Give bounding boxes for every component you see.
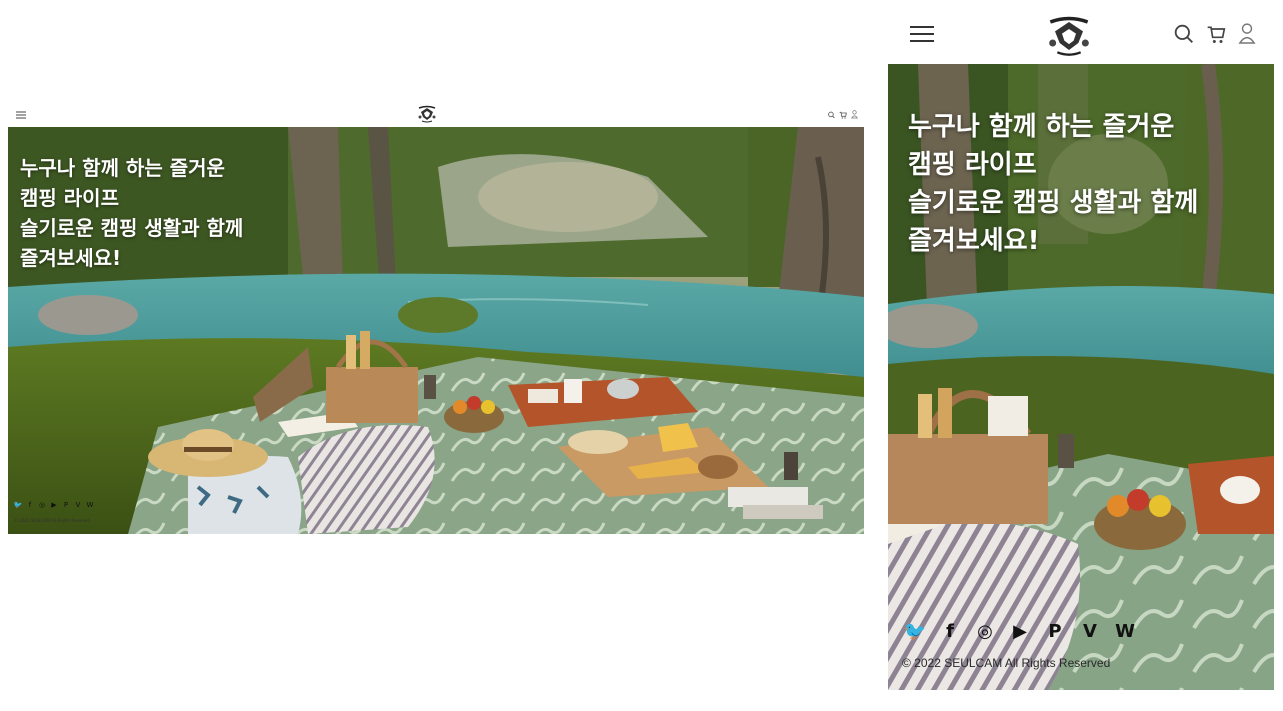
social-links: 🐦 f ◎ ▶ P V W [904, 620, 1136, 642]
hero-line-4: 즐겨보세요! [20, 246, 122, 270]
hero-line-2: 캠핑 라이프 [908, 150, 1037, 180]
hero-image: 누구나 함께 하는 즐거운 캠핑 라이프 슬기로운 캠핑 생활과 함께 즐겨보세… [8, 127, 864, 534]
page: 누구나 함께 하는 즐거운 캠핑 라이프 슬기로운 캠핑 생활과 함께 즐겨보세… [0, 0, 1283, 711]
hero-line-2: 캠핑 라이프 [20, 186, 119, 210]
weibo-icon[interactable]: W [1114, 620, 1136, 642]
instagram-icon[interactable]: ◎ [38, 501, 46, 509]
vimeo-icon[interactable]: V [74, 501, 82, 509]
header-actions [1174, 22, 1256, 50]
copyright-text: © 2022 SEULCAM All Rights Reserved [14, 518, 90, 523]
hero-line-4: 즐겨보세요! [908, 226, 1040, 256]
hamburger-menu-icon[interactable] [910, 25, 934, 47]
youtube-icon[interactable]: ▶ [50, 501, 58, 509]
facebook-icon[interactable]: f [939, 620, 961, 642]
desktop-preview: 누구나 함께 하는 즐거운 캠핑 라이프 슬기로운 캠핑 생활과 함께 즐겨보세… [8, 100, 864, 534]
search-icon[interactable] [1174, 24, 1194, 48]
social-links: 🐦 f ◎ ▶ P V W [14, 501, 94, 509]
hero-line-1: 누구나 함께 하는 즐거운 [908, 112, 1175, 142]
seulcam-logo[interactable] [416, 105, 438, 123]
user-icon[interactable] [1238, 22, 1256, 50]
copyright-text: © 2022 SEULCAM All Rights Reserved [902, 656, 1111, 670]
mobile-header [888, 8, 1274, 64]
mobile-preview: 누구나 함께 하는 즐거운 캠핑 라이프 슬기로운 캠핑 생활과 함께 즐겨보세… [888, 8, 1274, 690]
pinterest-icon[interactable]: P [62, 501, 70, 509]
hero-line-3: 슬기로운 캠핑 생활과 함께 [908, 188, 1199, 218]
cart-icon[interactable] [1206, 24, 1226, 48]
twitter-icon[interactable]: 🐦 [904, 620, 926, 642]
vimeo-icon[interactable]: V [1079, 620, 1101, 642]
weibo-icon[interactable]: W [86, 501, 94, 509]
instagram-icon[interactable]: ◎ [974, 620, 996, 642]
twitter-icon[interactable]: 🐦 [14, 501, 23, 509]
pinterest-icon[interactable]: P [1044, 620, 1066, 642]
search-icon[interactable] [828, 104, 835, 123]
hero-headline: 누구나 함께 하는 즐거운 캠핑 라이프 슬기로운 캠핑 생활과 함께 즐겨보세… [20, 153, 243, 273]
hamburger-menu-icon[interactable] [16, 104, 26, 123]
youtube-icon[interactable]: ▶ [1009, 620, 1031, 642]
hero-image: 누구나 함께 하는 즐거운 캠핑 라이프 슬기로운 캠핑 생활과 함께 즐겨보세… [888, 64, 1274, 690]
seulcam-logo[interactable] [1042, 15, 1096, 57]
cart-icon[interactable] [839, 104, 847, 123]
facebook-icon[interactable]: f [26, 501, 34, 509]
header-actions [828, 104, 858, 123]
hero-line-1: 누구나 함께 하는 즐거운 [20, 156, 225, 180]
user-icon[interactable] [851, 104, 858, 123]
desktop-header [8, 100, 864, 127]
hero-headline: 누구나 함께 하는 즐거운 캠핑 라이프 슬기로운 캠핑 생활과 함께 즐겨보세… [908, 108, 1198, 260]
hero-line-3: 슬기로운 캠핑 생활과 함께 [20, 216, 244, 240]
